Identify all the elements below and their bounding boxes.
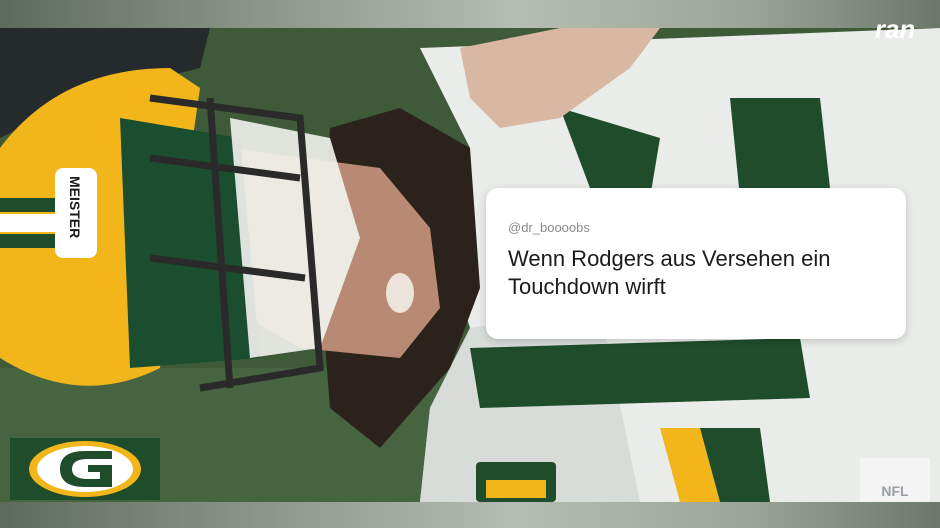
g-logo [10,438,160,500]
brand-logo: ran [875,16,915,44]
tweet-text: Wenn Rodgers aus Versehen ein Touchdown … [508,246,831,299]
svg-text:ran: ran [875,16,915,44]
letterbox-bottom [0,502,940,528]
video-frame: MEISTER NFL ran @dr_boooobs Wenn Rodgers [0,0,940,528]
tweet-handle: @dr_boooobs [508,220,590,235]
tweet-card: @dr_boooobs Wenn Rodgers aus Versehen ei… [486,188,906,339]
nfl-shield: NFL [860,458,930,502]
svg-text:NFL: NFL [881,483,909,499]
letterbox-top [0,0,940,28]
helmet-lettering: MEISTER [67,176,83,238]
